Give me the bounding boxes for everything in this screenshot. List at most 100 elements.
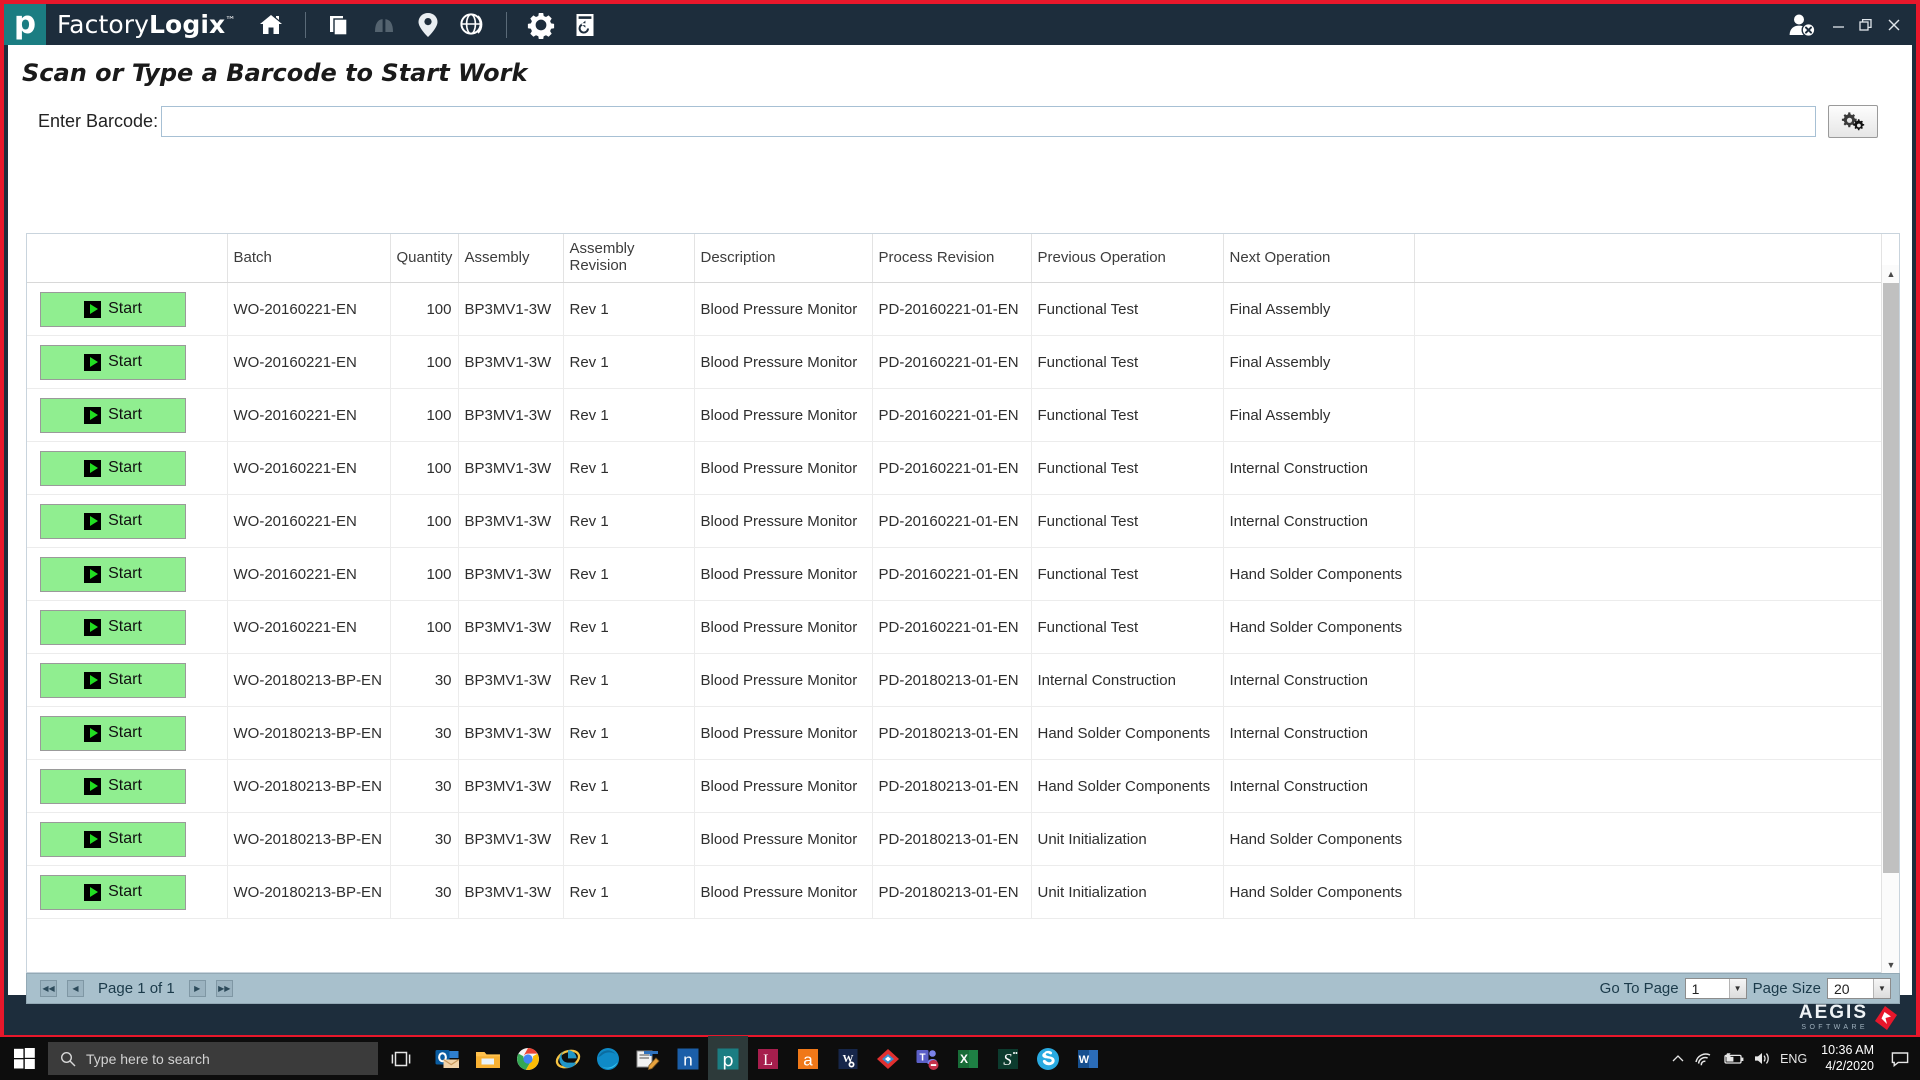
table-row[interactable]: StartWO-20180213-BP-EN30BP3MV1-3WRev 1Bl… <box>27 866 1882 919</box>
wifi-icon[interactable] <box>1690 1036 1717 1080</box>
start-button[interactable]: Start <box>40 504 186 539</box>
clock[interactable]: 10:36 AM 4/2/2020 <box>1811 1036 1884 1080</box>
start-button[interactable]: Start <box>40 292 186 327</box>
table-row[interactable]: StartWO-20160221-EN100BP3MV1-3WRev 1Bloo… <box>27 601 1882 654</box>
chevron-down-icon: ▼ <box>1729 979 1746 998</box>
table-row[interactable]: StartWO-20160221-EN100BP3MV1-3WRev 1Bloo… <box>27 336 1882 389</box>
cell-batch: WO-20180213-BP-EN <box>227 707 390 760</box>
gear-icon[interactable] <box>519 4 563 45</box>
first-page-button[interactable]: ◀◀ <box>40 980 57 997</box>
table-row[interactable]: StartWO-20160221-EN100BP3MV1-3WRev 1Bloo… <box>27 495 1882 548</box>
user-logout-icon[interactable] <box>1780 4 1824 45</box>
cell-next-operation: Internal Construction <box>1223 654 1414 707</box>
globe-icon[interactable] <box>450 4 494 45</box>
grid-scrollbar[interactable]: ▲ ▼ <box>1881 265 1899 973</box>
start-button[interactable]: Start <box>40 610 186 645</box>
play-icon <box>84 884 101 901</box>
notifications-icon[interactable] <box>1884 1036 1916 1080</box>
start-button[interactable]: Start <box>40 716 186 751</box>
table-row[interactable]: StartWO-20160221-EN100BP3MV1-3WRev 1Bloo… <box>27 389 1882 442</box>
start-button[interactable]: Start <box>40 451 186 486</box>
cell-assembly-revision: Rev 1 <box>563 813 694 866</box>
table-row[interactable]: StartWO-20180213-BP-EN30BP3MV1-3WRev 1Bl… <box>27 654 1882 707</box>
taskbar-app-outlook[interactable] <box>428 1036 468 1080</box>
battery-icon[interactable] <box>1717 1036 1749 1080</box>
taskbar-app-edge[interactable] <box>588 1036 628 1080</box>
taskbar-app-s[interactable]: S <box>988 1036 1028 1080</box>
col-quantity[interactable]: Quantity <box>390 234 458 283</box>
start-button[interactable]: Start <box>40 398 186 433</box>
table-row[interactable]: StartWO-20180213-BP-EN30BP3MV1-3WRev 1Bl… <box>27 813 1882 866</box>
goto-page-select[interactable]: 1 ▼ <box>1685 978 1747 999</box>
taskbar-app-file-explorer[interactable] <box>468 1036 508 1080</box>
table-row[interactable]: StartWO-20180213-BP-EN30BP3MV1-3WRev 1Bl… <box>27 707 1882 760</box>
cell-assembly-revision: Rev 1 <box>563 601 694 654</box>
documents-icon[interactable] <box>318 4 362 45</box>
cell-assembly: BP3MV1-3W <box>458 866 563 919</box>
col-action[interactable] <box>27 234 227 283</box>
start-button[interactable]: Start <box>40 557 186 592</box>
taskbar-app-w[interactable]: W <box>828 1036 868 1080</box>
col-process-revision[interactable]: Process Revision <box>872 234 1031 283</box>
factorylogix-logo: p <box>4 4 46 45</box>
taskbar-search-box[interactable]: Type here to search <box>48 1042 378 1075</box>
col-next-operation[interactable]: Next Operation <box>1223 234 1414 283</box>
table-row[interactable]: StartWO-20160221-EN100BP3MV1-3WRev 1Bloo… <box>27 283 1882 336</box>
language-indicator[interactable]: ENG <box>1776 1036 1811 1080</box>
taskbar-app-teams[interactable]: T <box>908 1036 948 1080</box>
taskbar-app-internet-explorer[interactable] <box>548 1036 588 1080</box>
tray-expand-icon[interactable] <box>1666 1036 1690 1080</box>
cell-next-operation: Final Assembly <box>1223 336 1414 389</box>
next-page-button[interactable]: ▶ <box>189 980 206 997</box>
scroll-down-arrow[interactable]: ▼ <box>1882 956 1900 973</box>
cell-batch: WO-20160221-EN <box>227 548 390 601</box>
col-description[interactable]: Description <box>694 234 872 283</box>
history-icon[interactable] <box>563 4 607 45</box>
svg-text:n: n <box>683 1050 692 1069</box>
start-button[interactable]: Start <box>40 822 186 857</box>
line-icon[interactable] <box>362 4 406 45</box>
home-icon[interactable] <box>249 4 293 45</box>
col-assembly[interactable]: Assembly <box>458 234 563 283</box>
taskbar-app-chrome[interactable] <box>508 1036 548 1080</box>
restore-button[interactable] <box>1852 4 1880 45</box>
start-button[interactable]: Start <box>40 663 186 698</box>
taskbar-app-onenote[interactable]: n <box>668 1036 708 1080</box>
svg-text:T: T <box>919 1052 925 1063</box>
col-batch[interactable]: Batch <box>227 234 390 283</box>
taskbar-app-a[interactable]: a <box>788 1036 828 1080</box>
start-button[interactable]: Start <box>40 769 186 804</box>
cell-next-operation: Hand Solder Components <box>1223 548 1414 601</box>
scroll-thumb[interactable] <box>1883 283 1899 873</box>
table-row[interactable]: StartWO-20160221-EN100BP3MV1-3WRev 1Bloo… <box>27 442 1882 495</box>
table-row[interactable]: StartWO-20160221-EN100BP3MV1-3WRev 1Bloo… <box>27 548 1882 601</box>
col-assembly-revision[interactable]: Assembly Revision <box>563 234 694 283</box>
taskbar-app-diamond[interactable] <box>868 1036 908 1080</box>
start-button[interactable]: Start <box>40 875 186 910</box>
gears-button[interactable] <box>1828 105 1878 138</box>
barcode-input[interactable] <box>161 106 1816 137</box>
scroll-up-arrow[interactable]: ▲ <box>1882 265 1900 282</box>
start-button[interactable]: Start <box>40 345 186 380</box>
taskbar-app-skype[interactable] <box>1028 1036 1068 1080</box>
minimize-button[interactable] <box>1824 4 1852 45</box>
taskbar-app-excel[interactable]: X <box>948 1036 988 1080</box>
cell-next-operation: Internal Construction <box>1223 495 1414 548</box>
col-previous-operation[interactable]: Previous Operation <box>1031 234 1223 283</box>
work-order-grid: Batch Quantity Assembly Assembly Revisio… <box>26 233 1900 973</box>
close-button[interactable] <box>1880 4 1908 45</box>
table-row[interactable]: StartWO-20180213-BP-EN30BP3MV1-3WRev 1Bl… <box>27 760 1882 813</box>
taskbar-app-snipping-tool[interactable] <box>628 1036 668 1080</box>
volume-icon[interactable] <box>1749 1036 1776 1080</box>
location-icon[interactable] <box>406 4 450 45</box>
taskbar-app-l[interactable]: L <box>748 1036 788 1080</box>
taskbar-app-factorylogix[interactable]: p <box>708 1036 748 1080</box>
last-page-button[interactable]: ▶▶ <box>216 980 233 997</box>
table-body: StartWO-20160221-EN100BP3MV1-3WRev 1Bloo… <box>27 283 1882 919</box>
start-button[interactable] <box>0 1036 48 1080</box>
task-view-button[interactable] <box>378 1036 424 1080</box>
taskbar-app-word[interactable]: W <box>1068 1036 1108 1080</box>
previous-page-button[interactable]: ◀ <box>67 980 84 997</box>
cell-assembly-revision: Rev 1 <box>563 760 694 813</box>
page-size-select[interactable]: 20 ▼ <box>1827 978 1891 999</box>
